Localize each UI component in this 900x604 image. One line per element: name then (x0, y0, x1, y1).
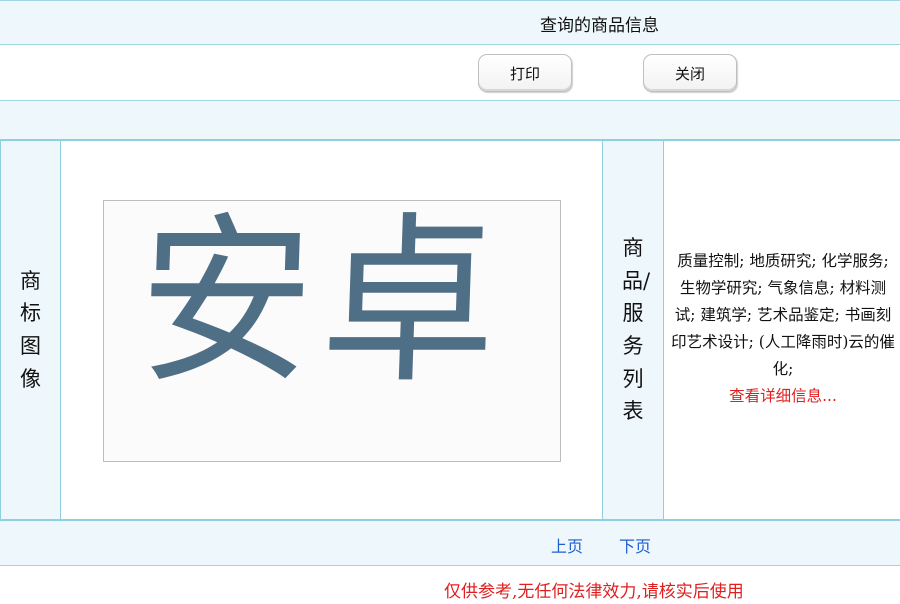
services-text: 质量控制; 地质研究; 化学服务; 生物学研究; 气象信息; 材料测试; 建筑学… (671, 252, 895, 378)
footer: 仅供参考,无任何法律效力,请核实后使用 (0, 566, 900, 604)
services-list: 质量控制; 地质研究; 化学服务; 生物学研究; 气象信息; 材料测试; 建筑学… (670, 248, 896, 410)
trademark-image: 安卓 (103, 200, 561, 462)
image-label-cell: 商标图像 (0, 141, 61, 519)
close-button[interactable]: 关闭 (643, 54, 737, 92)
trademark-mark-text: 安卓 (135, 200, 508, 408)
print-button[interactable]: 打印 (478, 54, 572, 92)
toolbar: 打印 关闭 (0, 45, 900, 101)
disclaimer-text: 仅供参考,无任何法律效力,请核实后使用 (444, 582, 744, 602)
view-details-link[interactable]: 查看详细信息... (729, 387, 837, 405)
trademark-detail-row: 商标图像 安卓 商品/服务列表 质量控制; 地质研究; 化学服务; 生物学研究;… (0, 141, 900, 521)
page-header: 查询的商品信息 (0, 0, 900, 45)
services-label-cell: 商品/服务列表 (603, 141, 664, 519)
prev-page-link[interactable]: 上页 (551, 533, 583, 557)
pager: 上页 下页 (0, 521, 900, 566)
trademark-image-cell: 安卓 (61, 141, 603, 519)
services-cell: 质量控制; 地质研究; 化学服务; 生物学研究; 气象信息; 材料测试; 建筑学… (664, 141, 900, 519)
image-label: 商标图像 (19, 268, 41, 391)
next-page-link[interactable]: 下页 (619, 533, 651, 557)
services-label: 商品/服务列表 (621, 236, 651, 424)
spacer-row (0, 101, 900, 141)
page-title: 查询的商品信息 (540, 16, 659, 36)
